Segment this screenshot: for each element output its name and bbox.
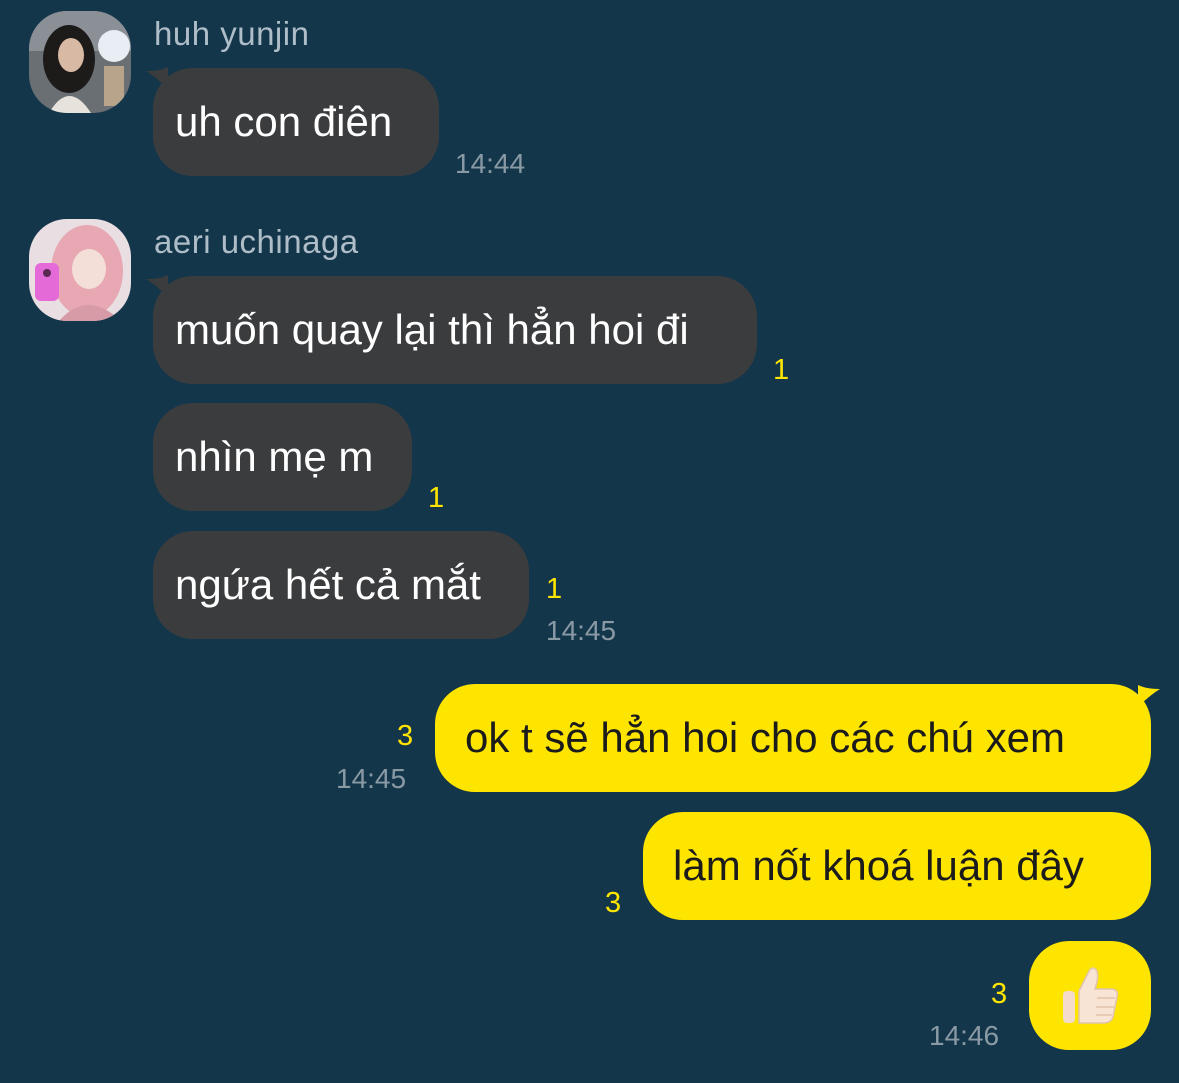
avatar-huh-yunjin[interactable] — [29, 11, 131, 113]
sender-name: huh yunjin — [154, 15, 310, 52]
incoming-message-bubble[interactable]: uh con điên — [153, 68, 439, 176]
unread-count: 1 — [428, 482, 445, 514]
message-timestamp: 14:45 — [546, 615, 617, 646]
outgoing-message-bubble[interactable]: ok t sẽ hẳn hoi cho các chú xem — [435, 684, 1151, 792]
outgoing-message-bubble[interactable]: làm nốt khoá luận đây — [643, 812, 1151, 920]
unread-count: 3 — [605, 887, 622, 919]
unread-count: 3 — [991, 978, 1008, 1010]
outgoing-emoji-bubble[interactable] — [1029, 941, 1151, 1050]
incoming-message-bubble[interactable]: ngứa hết cả mắt — [153, 531, 529, 639]
unread-count: 3 — [397, 720, 414, 752]
message-timestamp: 14:44 — [455, 148, 526, 179]
message-timestamp: 14:45 — [336, 763, 407, 794]
message-timestamp: 14:46 — [929, 1020, 1000, 1051]
bubble-tail — [1138, 685, 1160, 707]
sender-name: aeri uchinaga — [154, 223, 359, 260]
unread-count: 1 — [773, 354, 790, 386]
thumbs-up-emoji-icon — [1063, 967, 1119, 1024]
unread-count: 1 — [546, 573, 563, 605]
incoming-message-bubble[interactable]: nhìn mẹ m — [153, 403, 412, 511]
incoming-message-bubble[interactable]: muốn quay lại thì hẳn hoi đi — [153, 276, 757, 384]
avatar-aeri-uchinaga[interactable] — [29, 219, 131, 321]
